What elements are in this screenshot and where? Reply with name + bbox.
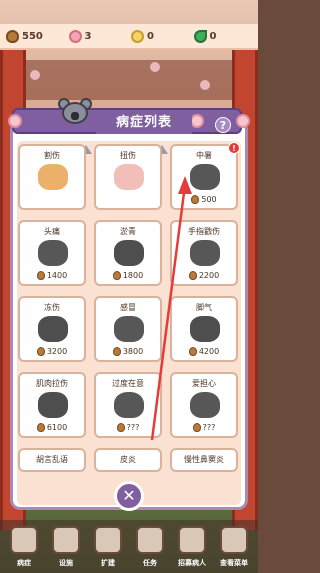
nav-item-icon — [10, 526, 38, 554]
nav-item-icon — [220, 526, 248, 554]
nav-item[interactable]: 设施 — [46, 522, 86, 570]
nav-item[interactable]: 查看菜单 — [214, 522, 254, 570]
nav-item[interactable]: 任务 — [130, 522, 170, 570]
nav-item-label: 扩建 — [101, 559, 115, 567]
nav-item-label: 病症 — [17, 559, 31, 567]
nav-item[interactable]: 病症 — [4, 522, 44, 570]
nav-item-icon — [178, 526, 206, 554]
close-button[interactable]: ✕ — [114, 481, 144, 511]
nav-item-icon — [52, 526, 80, 554]
nav-item-label: 查看菜单 — [220, 559, 248, 567]
nav-item[interactable]: 扩建 — [88, 522, 128, 570]
nav-item-icon — [136, 526, 164, 554]
nav-item-label: 任务 — [143, 559, 157, 567]
annotation-arrow-shaft — [150, 184, 187, 441]
nav-item[interactable]: 招募病人 — [172, 522, 212, 570]
nav-item-label: 设施 — [59, 559, 73, 567]
nav-item-label: 招募病人 — [178, 559, 206, 567]
nav-item-icon — [94, 526, 122, 554]
annotation-arrow-head — [178, 176, 192, 194]
